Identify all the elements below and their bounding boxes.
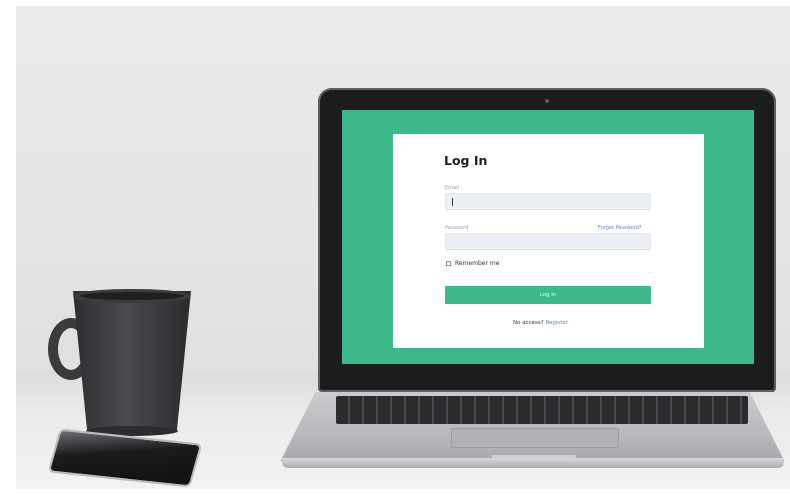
remember-me-checkbox[interactable] [446, 261, 451, 266]
register-link[interactable]: Register [545, 320, 568, 326]
mug-opening [80, 292, 184, 300]
login-title: Log In [444, 153, 488, 168]
login-card: Log In Email Password Forgot Password? R… [393, 134, 704, 348]
photo-frame-left [0, 0, 16, 495]
no-access-text: No access? [513, 320, 544, 326]
email-input[interactable] [445, 193, 651, 210]
laptop-lid: Log In Email Password Forgot Password? R… [318, 88, 776, 392]
photo-frame-bottom [0, 489, 790, 495]
coffee-mug [73, 291, 191, 431]
password-label: Password [445, 225, 469, 231]
email-label: Email [445, 185, 459, 191]
laptop-screen: Log In Email Password Forgot Password? R… [342, 110, 754, 364]
remember-me-row[interactable]: Remember me [446, 260, 499, 267]
laptop-trackpad [451, 428, 619, 448]
forgot-password-link[interactable]: Forgot Password? [598, 225, 642, 231]
photo-frame-top [0, 0, 790, 6]
text-caret [452, 198, 453, 206]
login-button[interactable]: Log In [445, 286, 651, 304]
password-input[interactable] [445, 233, 651, 250]
remember-me-label: Remember me [455, 260, 500, 267]
webcam-icon [545, 99, 549, 103]
laptop-keyboard [336, 396, 748, 424]
laptop-lid-notch [492, 455, 576, 461]
no-access-row: No access? Register [513, 320, 568, 326]
